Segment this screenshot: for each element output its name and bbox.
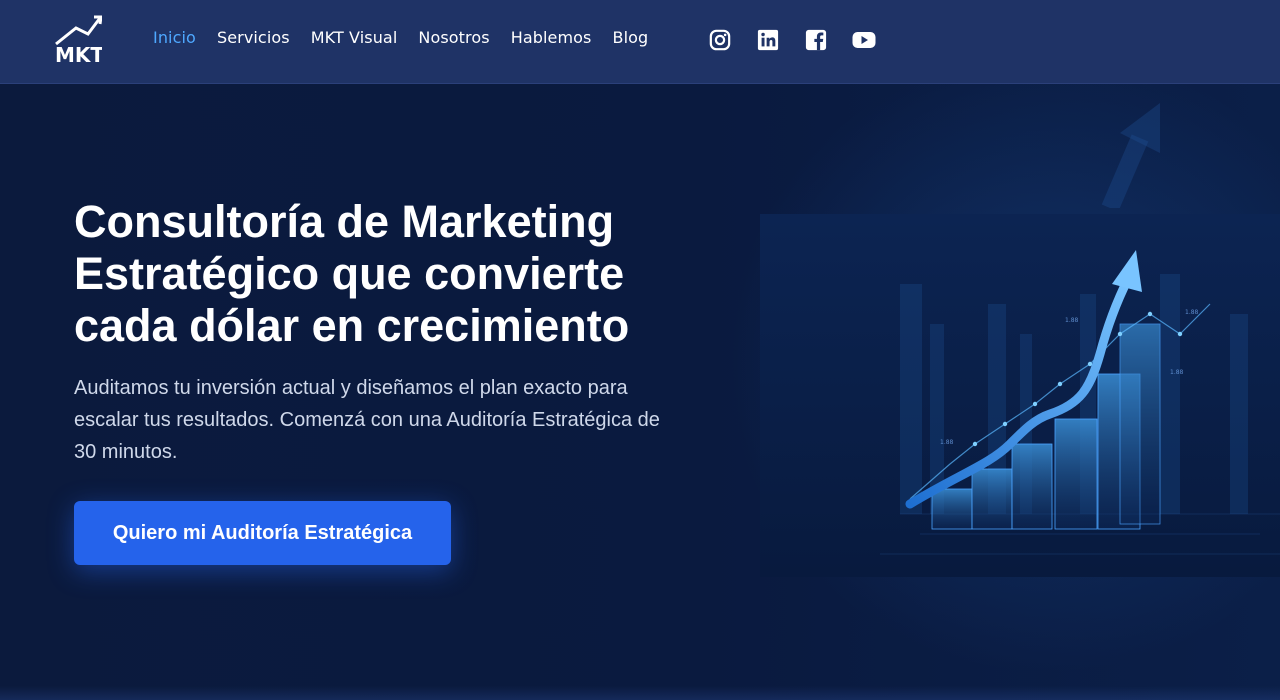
section-divider	[0, 686, 1280, 700]
nav-link-servicios[interactable]: Servicios	[217, 28, 290, 48]
nav-link-blog[interactable]: Blog	[613, 28, 649, 48]
growth-chart-illustration: 1.88 1.88 1.88 1.88	[760, 214, 1280, 577]
hero-title: Consultoría de Marketing Estratégico que…	[74, 196, 630, 351]
svg-text:1.88: 1.88	[1170, 369, 1184, 376]
nav-link-hablemos[interactable]: Hablemos	[511, 28, 592, 48]
linkedin-icon[interactable]	[756, 28, 780, 52]
youtube-icon[interactable]	[852, 28, 876, 52]
svg-text:MKT: MKT	[55, 43, 102, 64]
top-navbar: MKT Inicio Servicios MKT Visual Nosotros…	[0, 0, 1280, 84]
instagram-icon[interactable]	[708, 28, 732, 52]
main-nav: Inicio Servicios MKT Visual Nosotros Hab…	[153, 28, 669, 48]
nav-link-mkt-visual[interactable]: MKT Visual	[311, 28, 398, 48]
mkt-logo-icon[interactable]: MKT	[54, 14, 104, 67]
svg-text:1.88: 1.88	[1065, 317, 1079, 324]
cta-audit-button[interactable]: Quiero mi Auditoría Estratégica	[74, 501, 451, 565]
facebook-icon[interactable]	[804, 28, 828, 52]
svg-text:1.88: 1.88	[940, 439, 954, 446]
svg-text:1.88: 1.88	[1185, 309, 1199, 316]
nav-link-inicio[interactable]: Inicio	[153, 28, 196, 48]
social-links	[708, 28, 876, 52]
hero-subtitle: Auditamos tu inversión actual y diseñamo…	[74, 377, 660, 463]
decorative-arrow-icon	[1101, 103, 1160, 208]
hero-section: 1.88 1.88 1.88 1.88 Consultoría de Marke…	[0, 84, 1280, 700]
nav-link-nosotros[interactable]: Nosotros	[418, 28, 489, 48]
